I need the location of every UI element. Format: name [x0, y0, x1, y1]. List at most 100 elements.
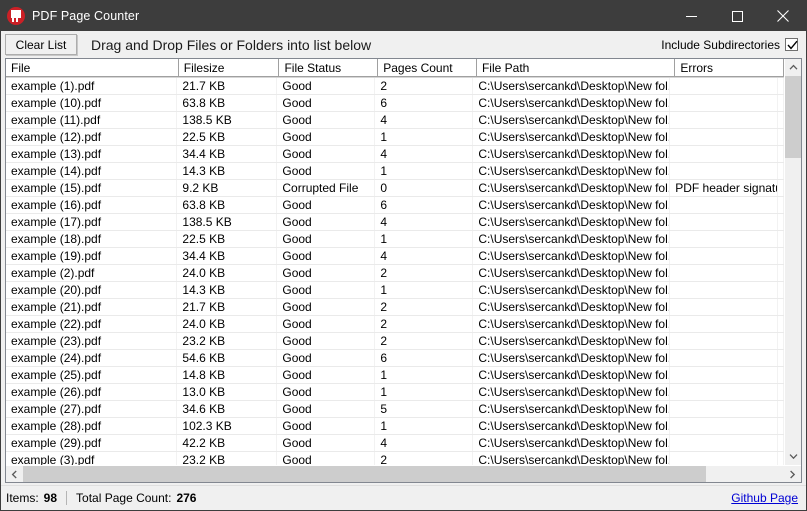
column-header-file[interactable]: File [6, 59, 179, 77]
cell-file: example (25).pdf [6, 367, 178, 383]
cell-pages-count: 2 [375, 78, 474, 94]
cell-file-status: Good [277, 316, 376, 332]
cell-errors [670, 231, 778, 247]
cell-file-path: C:\Users\sercankd\Desktop\New fol... [473, 214, 671, 230]
cell-filesize: 24.0 KB [177, 316, 278, 332]
cell-file-path: C:\Users\sercankd\Desktop\New fol... [473, 248, 671, 264]
cell-file-status: Good [277, 163, 376, 179]
cell-file-path: C:\Users\sercankd\Desktop\New fol... [473, 316, 671, 332]
file-list-view[interactable]: File Filesize File Status Pages Count Fi… [5, 58, 802, 483]
cell-errors [670, 299, 778, 315]
table-row[interactable]: example (26).pdf 13.0 KB Good 1 C:\Users\ser… [6, 384, 784, 401]
scroll-right-button[interactable] [784, 466, 801, 482]
cell-pages-count: 1 [375, 282, 474, 298]
scroll-down-button[interactable] [785, 448, 801, 465]
table-row[interactable]: example (28).pdf 102.3 KB Good 1 C:\Users\se… [6, 418, 784, 435]
cell-file-status: Good [277, 146, 376, 162]
table-row[interactable]: example (21).pdf 21.7 KB Good 2 C:\Users\ser… [6, 299, 784, 316]
cell-filesize: 24.0 KB [177, 265, 278, 281]
cell-file: example (26).pdf [6, 384, 178, 400]
cell-file-status: Good [277, 452, 376, 465]
cell-filesize: 34.4 KB [177, 248, 278, 264]
scroll-left-button[interactable] [6, 466, 23, 482]
cell-errors [670, 435, 778, 451]
cell-errors [670, 401, 778, 417]
table-row[interactable]: example (11).pdf 138.5 KB Good 4 C:\Users\se… [6, 112, 784, 129]
cell-file-status: Good [277, 367, 376, 383]
table-row[interactable]: example (17).pdf 138.5 KB Good 4 C:\Users\se… [6, 214, 784, 231]
cell-filesize: 14.8 KB [177, 367, 278, 383]
status-divider [66, 491, 68, 505]
column-header-filesize[interactable]: Filesize [178, 59, 280, 77]
vertical-scrollbar-thumb[interactable] [785, 76, 801, 158]
table-row[interactable]: example (10).pdf 63.8 KB Good 6 C:\Users\ser… [6, 95, 784, 112]
cell-file-path: C:\Users\sercankd\Desktop\New fol... [473, 333, 671, 349]
cell-file-path: C:\Users\sercankd\Desktop\New fol... [473, 197, 671, 213]
cell-file-path: C:\Users\sercankd\Desktop\New fol... [473, 180, 671, 196]
table-body: example (1).pdf 21.7 KB Good 2 C:\Users\serc… [6, 78, 784, 465]
items-count-segment: Items: 98 [6, 491, 57, 505]
table-row[interactable]: example (22).pdf 24.0 KB Good 2 C:\Users\ser… [6, 316, 784, 333]
pdf-document-icon [7, 7, 25, 25]
cell-filesize: 54.6 KB [177, 350, 278, 366]
github-page-link[interactable]: Github Page [731, 491, 798, 505]
table-row[interactable]: example (20).pdf 14.3 KB Good 1 C:\Users\ser… [6, 282, 784, 299]
table-row[interactable]: example (29).pdf 42.2 KB Good 4 C:\Users\ser… [6, 435, 784, 452]
table-row[interactable]: example (1).pdf 21.7 KB Good 2 C:\Users\serc… [6, 78, 784, 95]
vertical-scrollbar[interactable] [784, 59, 801, 465]
cell-file: example (29).pdf [6, 435, 178, 451]
items-label: Items: [6, 491, 39, 505]
table-row[interactable]: example (19).pdf 34.4 KB Good 4 C:\Users\ser… [6, 248, 784, 265]
cell-file-status: Good [277, 231, 376, 247]
table-row[interactable]: example (14).pdf 14.3 KB Good 1 C:\Users\ser… [6, 163, 784, 180]
table-row[interactable]: example (12).pdf 22.5 KB Good 1 C:\Users\ser… [6, 129, 784, 146]
column-header-file-path[interactable]: File Path [476, 59, 676, 77]
cell-errors [670, 333, 778, 349]
table-row[interactable]: example (18).pdf 22.5 KB Good 1 C:\Users\ser… [6, 231, 784, 248]
cell-filesize: 63.8 KB [177, 197, 278, 213]
cell-file-status: Good [277, 95, 376, 111]
column-header-file-status[interactable]: File Status [279, 59, 379, 77]
cell-file: example (12).pdf [6, 129, 178, 145]
table-row[interactable]: example (2).pdf 24.0 KB Good 2 C:\Users\serc… [6, 265, 784, 282]
cell-file: example (22).pdf [6, 316, 178, 332]
cell-file-path: C:\Users\sercankd\Desktop\New fol... [473, 95, 671, 111]
cell-file-status: Good [277, 299, 376, 315]
include-subdirectories-control[interactable]: Include Subdirectories [661, 38, 798, 52]
table-row[interactable]: example (13).pdf 34.4 KB Good 4 C:\Users\ser… [6, 146, 784, 163]
cell-errors [670, 163, 778, 179]
column-header-pages-count[interactable]: Pages Count [378, 59, 477, 77]
cell-file-status: Good [277, 350, 376, 366]
table-row[interactable]: example (16).pdf 63.8 KB Good 6 C:\Users\ser… [6, 197, 784, 214]
scroll-up-button[interactable] [785, 59, 801, 76]
checkmark-icon [787, 40, 798, 50]
horizontal-scrollbar-thumb[interactable] [23, 466, 706, 482]
cell-pages-count: 2 [375, 299, 474, 315]
cell-file: example (15).pdf [6, 180, 178, 196]
minimize-button[interactable] [668, 1, 714, 31]
cell-pages-count: 1 [375, 231, 474, 247]
cell-file-path: C:\Users\sercankd\Desktop\New fol... [473, 350, 671, 366]
table-row[interactable]: example (27).pdf 34.6 KB Good 5 C:\Users\ser… [6, 401, 784, 418]
window-controls [668, 1, 806, 31]
table-row[interactable]: example (25).pdf 14.8 KB Good 1 C:\Users\ser… [6, 367, 784, 384]
clear-list-button[interactable]: Clear List [5, 34, 77, 55]
table-row[interactable]: example (15).pdf 9.2 KB Corrupted File 0 C:\… [6, 180, 784, 197]
cell-filesize: 14.3 KB [177, 282, 278, 298]
column-header-errors[interactable]: Errors [675, 59, 784, 77]
cell-pages-count: 2 [375, 452, 474, 465]
table-row[interactable]: example (24).pdf 54.6 KB Good 6 C:\Users\ser… [6, 350, 784, 367]
cell-errors [670, 78, 778, 94]
table-row[interactable]: example (3).pdf 23.2 KB Good 2 C:\Users\serc… [6, 452, 784, 465]
cell-filesize: 42.2 KB [177, 435, 278, 451]
cell-filesize: 21.7 KB [177, 78, 278, 94]
drop-hint-label: Drag and Drop Files or Folders into list… [91, 36, 372, 53]
chevron-right-icon [790, 470, 796, 478]
cell-file-status: Good [277, 401, 376, 417]
horizontal-scrollbar[interactable] [6, 465, 801, 482]
toolbar: Clear List Drag and Drop Files or Folder… [1, 31, 806, 58]
include-subdirectories-checkbox[interactable] [785, 38, 798, 51]
close-button[interactable] [760, 1, 806, 31]
table-row[interactable]: example (23).pdf 23.2 KB Good 2 C:\Users\ser… [6, 333, 784, 350]
maximize-button[interactable] [714, 1, 760, 31]
